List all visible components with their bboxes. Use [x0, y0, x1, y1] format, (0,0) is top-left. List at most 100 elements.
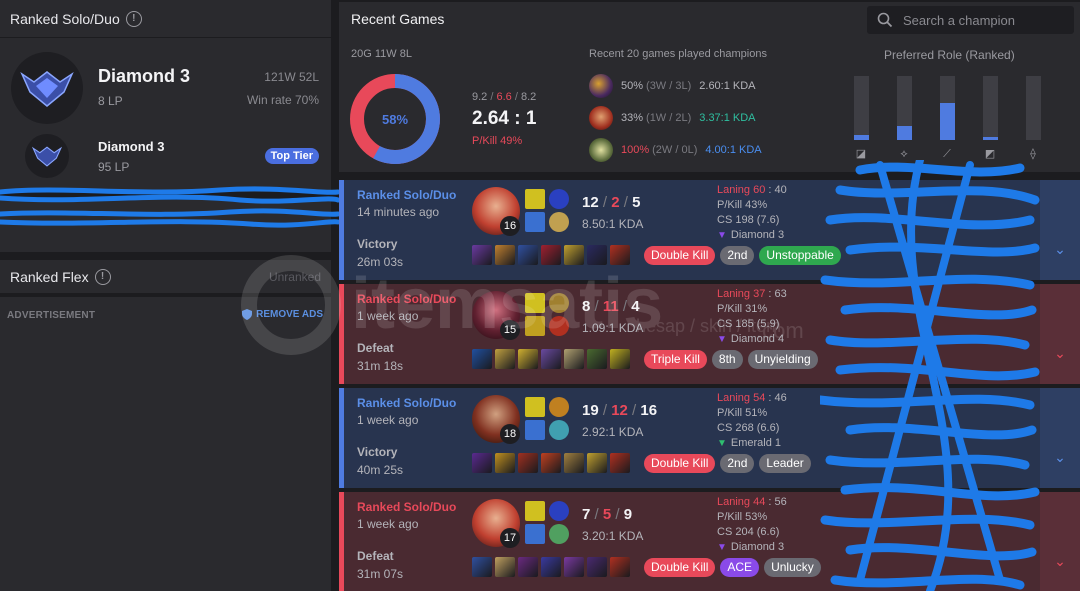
item-icon[interactable]	[587, 349, 607, 369]
item-icon[interactable]	[587, 557, 607, 577]
item-icon[interactable]	[472, 557, 492, 577]
item-icon[interactable]	[587, 453, 607, 473]
queue-type: Ranked Solo/Duo	[357, 500, 457, 514]
role-bar-fill	[854, 135, 869, 140]
kill-participation: P/Kill 43%	[717, 199, 768, 211]
item-icon[interactable]	[541, 453, 561, 473]
rune-icon[interactable]	[549, 397, 569, 417]
item-build	[472, 349, 630, 369]
rank-emblem-icon: ▼	[717, 334, 727, 345]
match-tags: Double Kill ACE Unlucky	[644, 558, 821, 577]
item-icon[interactable]	[541, 557, 561, 577]
played-champion-row[interactable]: 100% (2W / 0L) 4.00:1 KDA	[589, 137, 762, 163]
expand-chevron-icon[interactable]: ⌄	[1040, 180, 1080, 280]
rune-icon[interactable]	[549, 420, 569, 440]
item-icon[interactable]	[472, 245, 492, 265]
role-bar-fill	[897, 126, 912, 140]
summoner-spell-icon[interactable]	[525, 524, 545, 544]
flex-status: Unranked	[268, 269, 321, 284]
summoner-spell-icon[interactable]	[525, 397, 545, 417]
match-duration: 26m 03s	[357, 255, 404, 269]
match-stats: Laning 54 : 46 P/Kill 51% CS 268 (6.6) ▼ Eme…	[717, 391, 787, 451]
item-icon[interactable]	[495, 245, 515, 265]
match-result: Victory	[357, 445, 398, 459]
ranked-flex-card: Ranked Flex ! Unranked	[0, 260, 331, 293]
item-icon[interactable]	[472, 453, 492, 473]
advertisement-card: ADVERTISEMENT REMOVE ADS	[0, 297, 331, 591]
info-icon[interactable]: !	[94, 268, 111, 285]
item-icon[interactable]	[610, 557, 630, 577]
item-icon[interactable]	[518, 557, 538, 577]
laning-opponent: : 46	[765, 392, 787, 404]
match-result: Victory	[357, 237, 398, 251]
ranked-solo-card: Ranked Solo/Duo ! Diamond 3 8 LP 121W 52…	[0, 0, 331, 192]
winrate-label: 58%	[382, 112, 408, 127]
champion-kda: 2.60:1 KDA	[699, 80, 756, 92]
match-kda: 8 / 11 / 4	[582, 298, 640, 315]
played-champion-row[interactable]: 50% (3W / 3L) 2.60:1 KDA	[589, 73, 756, 99]
rune-icon[interactable]	[549, 189, 569, 209]
item-icon[interactable]	[541, 349, 561, 369]
role-bar-fill	[940, 103, 955, 140]
champion-winrate: 50%	[621, 80, 644, 92]
ranked-solo-title: Ranked Solo/Duo	[10, 10, 120, 27]
search-input[interactable]	[903, 12, 1063, 28]
time-ago: 14 minutes ago	[357, 205, 440, 219]
played-champion-row[interactable]: 33% (1W / 2L) 3.37:1 KDA	[589, 105, 756, 131]
rune-icon[interactable]	[549, 316, 569, 336]
rune-icon[interactable]	[549, 524, 569, 544]
match-tag: 2nd	[720, 246, 755, 265]
item-icon[interactable]	[564, 349, 584, 369]
item-icon[interactable]	[518, 245, 538, 265]
item-icon[interactable]	[472, 349, 492, 369]
rune-icon[interactable]	[549, 501, 569, 521]
item-icon[interactable]	[610, 453, 630, 473]
item-icon[interactable]	[495, 453, 515, 473]
champion-icon	[589, 106, 613, 130]
ranked-flex-title: Ranked Flex	[10, 268, 89, 285]
item-icon[interactable]	[518, 349, 538, 369]
match-kda: 7 / 5 / 9	[582, 506, 633, 523]
remove-ads-button[interactable]: REMOVE ADS	[242, 309, 323, 320]
summoner-spell-icon[interactable]	[525, 420, 545, 440]
rank-emblem-icon: ▼	[717, 542, 727, 553]
champion-winrate: 33%	[621, 112, 644, 124]
item-icon[interactable]	[564, 557, 584, 577]
top-tier-badge: Top Tier	[264, 148, 319, 164]
item-icon[interactable]	[587, 245, 607, 265]
item-icon[interactable]	[495, 349, 515, 369]
item-icon[interactable]	[610, 245, 630, 265]
role-bar-fill	[983, 137, 998, 140]
ranked-flex-header: Ranked Flex !	[10, 268, 111, 285]
summoner-spell-icon[interactable]	[525, 212, 545, 232]
info-icon[interactable]: !	[125, 10, 142, 27]
rune-icon[interactable]	[549, 293, 569, 313]
item-icon[interactable]	[610, 349, 630, 369]
expand-chevron-icon[interactable]: ⌄	[1040, 492, 1080, 591]
creep-score: CS 268 (6.6)	[717, 422, 780, 434]
match-tags: Triple Kill 8th Unyielding	[644, 350, 818, 369]
summoner-spell-icon[interactable]	[525, 293, 545, 313]
champion-search[interactable]	[867, 6, 1074, 34]
summoner-spell-icon[interactable]	[525, 501, 545, 521]
champion-record: (1W / 2L)	[646, 112, 692, 124]
item-icon[interactable]	[495, 557, 515, 577]
item-icon[interactable]	[541, 245, 561, 265]
expand-chevron-icon[interactable]: ⌄	[1040, 388, 1080, 488]
assists: 4	[631, 298, 640, 315]
item-icon[interactable]	[518, 453, 538, 473]
expand-chevron-icon[interactable]: ⌄	[1040, 284, 1080, 384]
time-ago: 1 week ago	[357, 309, 419, 323]
summoner-spell-icon[interactable]	[525, 189, 545, 209]
time-ago: 1 week ago	[357, 517, 419, 531]
summoner-spell-icon[interactable]	[525, 316, 545, 336]
rune-icon[interactable]	[549, 212, 569, 232]
item-icon[interactable]	[564, 245, 584, 265]
item-icon[interactable]	[564, 453, 584, 473]
match-tag: 2nd	[720, 454, 755, 473]
kill-participation: P/Kill 31%	[717, 303, 768, 315]
match-tag: ACE	[720, 558, 760, 577]
champion-kda: 3.37:1 KDA	[699, 112, 756, 124]
rank-emblem-icon: ▼	[717, 438, 727, 449]
match-tag: Unyielding	[747, 350, 818, 369]
